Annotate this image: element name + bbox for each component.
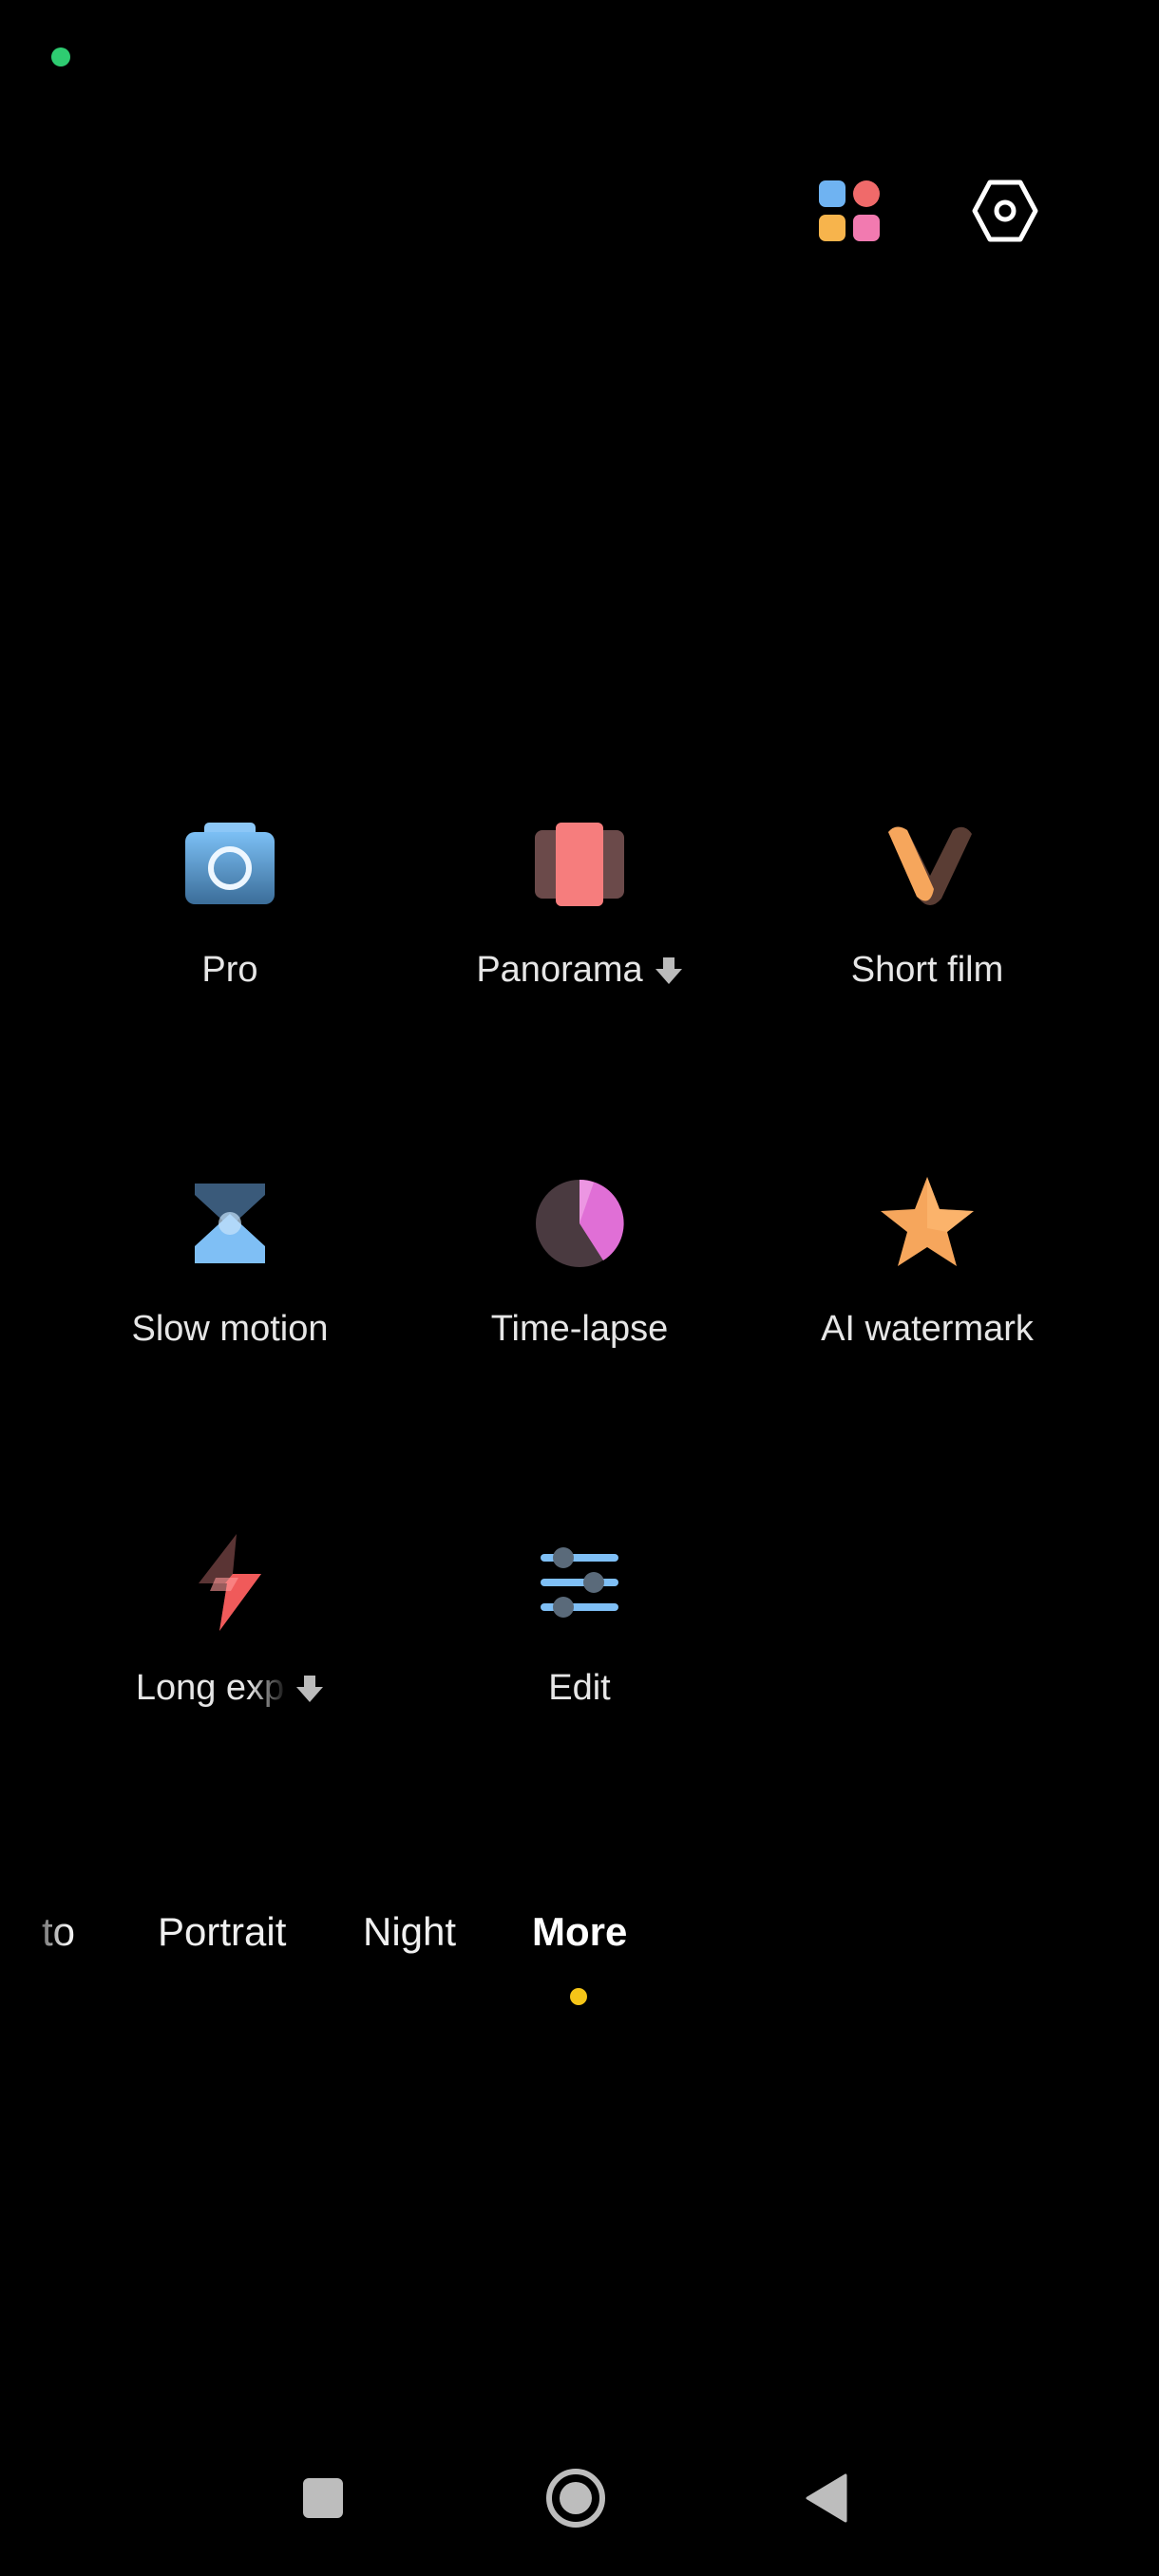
mode-strip-item-night[interactable]: Night <box>363 1909 456 1955</box>
slow-motion-icon <box>173 1166 287 1280</box>
mode-label: Slow motion <box>132 1309 329 1350</box>
time-lapse-icon <box>522 1166 636 1280</box>
mode-label: AI watermark <box>821 1309 1034 1350</box>
mode-slow-motion[interactable]: Slow motion <box>78 1157 382 1404</box>
mode-short-film[interactable]: Short film <box>775 798 1079 1045</box>
mode-label-text: Pro <box>201 950 258 990</box>
home-button[interactable] <box>538 2460 614 2536</box>
mode-label: Short film <box>851 950 1003 991</box>
download-arrow-icon <box>296 1675 324 1702</box>
mode-label-text: AI watermark <box>821 1309 1034 1349</box>
mode-time-lapse[interactable]: Time-lapse <box>428 1157 732 1404</box>
edit-sliders-icon <box>522 1525 636 1639</box>
download-arrow-icon <box>655 957 682 984</box>
mode-strip: to Portrait Night More <box>0 1909 1159 1985</box>
settings-button[interactable] <box>967 173 1043 249</box>
square-icon <box>303 2478 343 2518</box>
navigation-bar <box>0 2460 1159 2555</box>
mode-label-text: Edit <box>548 1668 611 1708</box>
settings-hexagon-icon <box>972 180 1038 242</box>
camera-more-modes-screen: Pro Panorama Short film Slow motion Time… <box>0 0 1159 2576</box>
strip-fade-overlay <box>0 1909 66 1976</box>
mode-ai-watermark[interactable]: AI watermark <box>775 1157 1079 1404</box>
short-film-icon <box>870 807 984 921</box>
mode-strip-item-more[interactable]: More <box>532 1909 627 1955</box>
mode-label: Time-lapse <box>491 1309 669 1350</box>
circle-icon <box>546 2469 605 2528</box>
mode-label-text: Short film <box>850 950 1004 990</box>
mode-label-text: Long exp <box>135 1668 289 1709</box>
back-button[interactable] <box>790 2460 866 2536</box>
mode-strip-item-portrait[interactable]: Portrait <box>158 1909 286 1955</box>
mode-label: Pro <box>201 950 257 991</box>
mode-label-text: Panorama <box>476 950 643 990</box>
triangle-back-icon <box>806 2473 847 2523</box>
mode-label: Long exp <box>136 1668 324 1709</box>
ai-watermark-icon <box>870 1166 984 1280</box>
apps-grid-icon <box>819 180 880 241</box>
long-exposure-icon <box>173 1525 287 1639</box>
active-mode-indicator <box>570 1988 587 2005</box>
mode-pro[interactable]: Pro <box>78 798 382 1045</box>
mode-label: Panorama <box>476 950 682 991</box>
mode-label-text: Time-lapse <box>490 1309 669 1349</box>
pro-camera-icon <box>173 807 287 921</box>
mode-label: Edit <box>548 1668 610 1709</box>
mode-panorama[interactable]: Panorama <box>428 798 732 1045</box>
mode-long-exposure[interactable]: Long exp <box>78 1516 382 1763</box>
apps-grid-button[interactable] <box>811 173 887 249</box>
recents-button[interactable] <box>285 2460 361 2536</box>
panorama-icon <box>522 807 636 921</box>
privacy-indicator-dot <box>51 47 70 66</box>
mode-edit[interactable]: Edit <box>428 1516 732 1763</box>
mode-label-text: Slow motion <box>131 1309 329 1349</box>
